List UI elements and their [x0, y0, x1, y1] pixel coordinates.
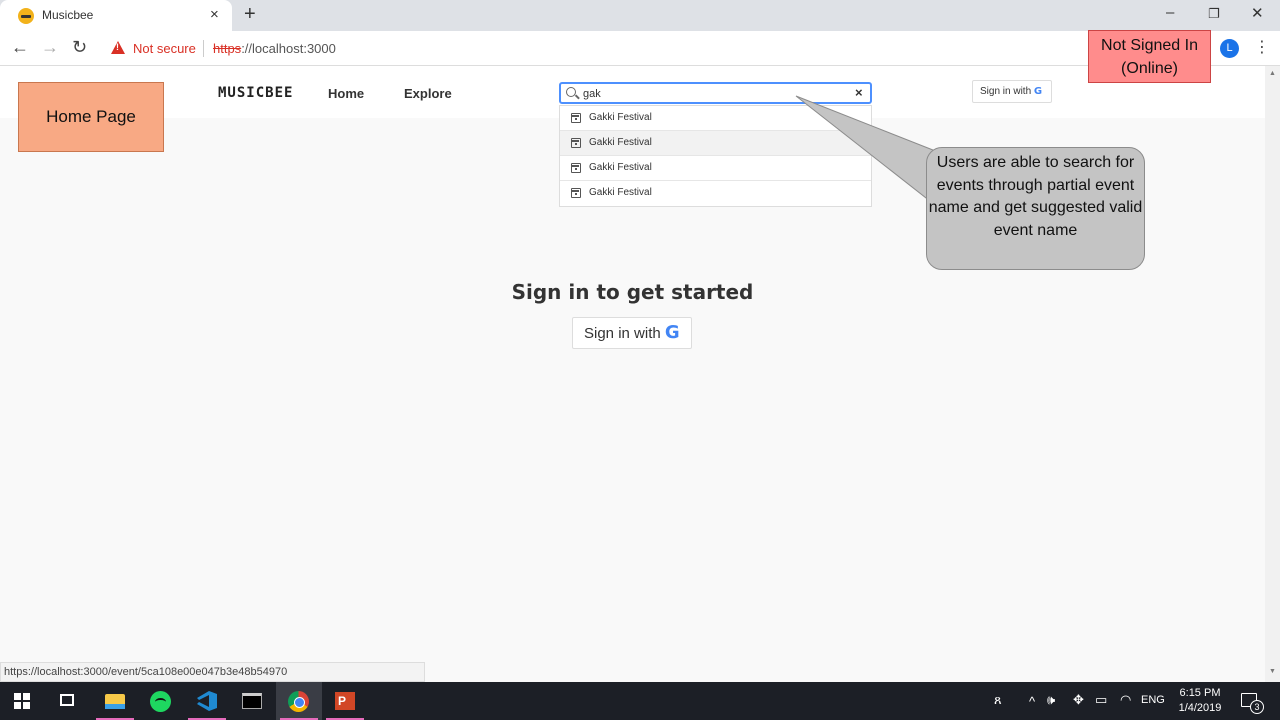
task-view-button[interactable]: [45, 682, 91, 720]
browser-menu-icon[interactable]: ⋮: [1254, 37, 1270, 57]
clock-date: 1/4/2019: [1178, 702, 1222, 714]
google-signin-button[interactable]: Sign in with G: [572, 317, 692, 349]
suggestion-item[interactable]: Gakki Festival: [560, 181, 871, 206]
search-suggestions: Gakki Festival Gakki Festival Gakki Fest…: [559, 105, 872, 207]
back-arrow-icon[interactable]: ←: [11, 37, 29, 58]
address-bar[interactable]: Not secure https://localhost:3000: [103, 34, 1083, 63]
calendar-icon: [571, 138, 581, 148]
people-icon[interactable]: ጸ: [994, 692, 1002, 708]
suggestion-item[interactable]: Gakki Festival: [560, 156, 871, 181]
windows-start-icon: [14, 693, 30, 709]
suggestion-label: Gakki Festival: [589, 162, 652, 173]
wifi-icon[interactable]: ◠: [1120, 692, 1131, 708]
language-indicator[interactable]: ENG: [1141, 694, 1165, 706]
search-icon: [566, 87, 576, 97]
google-icon: G: [1033, 86, 1043, 97]
page-title: Sign in to get started: [511, 280, 754, 304]
calendar-icon: [571, 113, 581, 123]
url-host: ://localhost:3000: [241, 41, 336, 56]
status-url: https://localhost:3000/event/5ca108e00e0…: [0, 662, 425, 682]
spotify-icon: [150, 691, 171, 712]
vscode-icon: [197, 691, 217, 711]
nav-home-link[interactable]: Home: [328, 86, 364, 101]
search-box[interactable]: ×: [559, 82, 872, 104]
search-clear-icon[interactable]: ×: [855, 85, 863, 100]
warning-icon: [111, 41, 125, 54]
navbar-google-signin-button[interactable]: Sign in with G: [972, 80, 1052, 103]
omnibox-divider: [203, 40, 204, 57]
minimize-button[interactable]: –: [1166, 4, 1174, 21]
home-page-annotation: Home Page: [18, 82, 164, 152]
vscode-button[interactable]: [184, 682, 230, 720]
powerpoint-button[interactable]: P: [322, 682, 368, 720]
windows-taskbar: P ጸ ^ 🕪 ✥ ▭ ◠ ENG 6:15 PM 1/4/2019 3: [0, 682, 1280, 720]
auth-state-annotation: Not Signed In (Online): [1088, 30, 1211, 83]
calendar-icon: [571, 163, 581, 173]
suggestion-label: Gakki Festival: [589, 187, 652, 198]
signin-label: Sign in with: [584, 325, 661, 342]
volume-icon[interactable]: 🕪: [1047, 692, 1055, 708]
auth-state-line1: Not Signed In: [1101, 37, 1198, 54]
tab-close-icon[interactable]: ×: [210, 6, 219, 23]
suggestion-label: Gakki Festival: [589, 112, 652, 123]
search-feature-callout: Users are able to search for events thro…: [926, 147, 1145, 270]
dropbox-icon[interactable]: ✥: [1073, 692, 1084, 708]
file-explorer-button[interactable]: [92, 682, 138, 720]
terminal-button[interactable]: [229, 682, 275, 720]
browser-tab[interactable]: Musicbee ×: [0, 0, 232, 31]
window-close-button[interactable]: ✕: [1251, 4, 1264, 22]
reload-icon[interactable]: ↻: [72, 37, 87, 58]
taskbar-clock[interactable]: 6:15 PM 1/4/2019: [1172, 686, 1228, 716]
suggestion-label: Gakki Festival: [589, 137, 652, 148]
browser-tab-strip: Musicbee × + – ❐ ✕: [0, 0, 1280, 31]
musicbee-favicon-icon: [18, 8, 34, 24]
nav-explore-link[interactable]: Explore: [404, 86, 452, 101]
url-text[interactable]: https://localhost:3000: [213, 41, 336, 56]
restore-button[interactable]: ❐: [1208, 6, 1220, 22]
profile-avatar[interactable]: L: [1220, 39, 1239, 58]
chrome-button[interactable]: [276, 682, 322, 720]
spotify-button[interactable]: [138, 682, 184, 720]
notification-count-badge: 3: [1250, 700, 1264, 714]
signin-label: Sign in with: [980, 86, 1032, 97]
forward-arrow-icon[interactable]: →: [41, 37, 59, 58]
brand-logo[interactable]: MUSICBEE: [218, 85, 293, 101]
vertical-scrollbar[interactable]: ▲ ▼: [1265, 66, 1280, 682]
google-icon: G: [664, 322, 680, 343]
tab-title: Musicbee: [42, 8, 94, 22]
start-button[interactable]: [0, 682, 46, 720]
suggestion-item[interactable]: Gakki Festival: [560, 106, 871, 131]
scroll-down-icon[interactable]: ▼: [1269, 668, 1276, 675]
search-input[interactable]: [583, 85, 843, 102]
suggestion-item[interactable]: Gakki Festival: [560, 131, 871, 156]
clock-time: 6:15 PM: [1179, 687, 1221, 699]
scroll-up-icon[interactable]: ▲: [1269, 70, 1276, 77]
security-label[interactable]: Not secure: [133, 41, 196, 56]
url-scheme: https: [213, 41, 242, 56]
tray-chevron-icon[interactable]: ^: [1029, 694, 1035, 709]
battery-icon[interactable]: ▭: [1095, 692, 1107, 708]
auth-state-line2: (Online): [1121, 60, 1178, 77]
task-view-icon: [60, 694, 74, 706]
file-explorer-icon: [105, 694, 125, 709]
terminal-icon: [242, 693, 262, 709]
calendar-icon: [571, 188, 581, 198]
new-tab-button[interactable]: +: [244, 3, 256, 26]
chrome-icon: [288, 691, 309, 712]
powerpoint-icon: P: [335, 692, 355, 710]
